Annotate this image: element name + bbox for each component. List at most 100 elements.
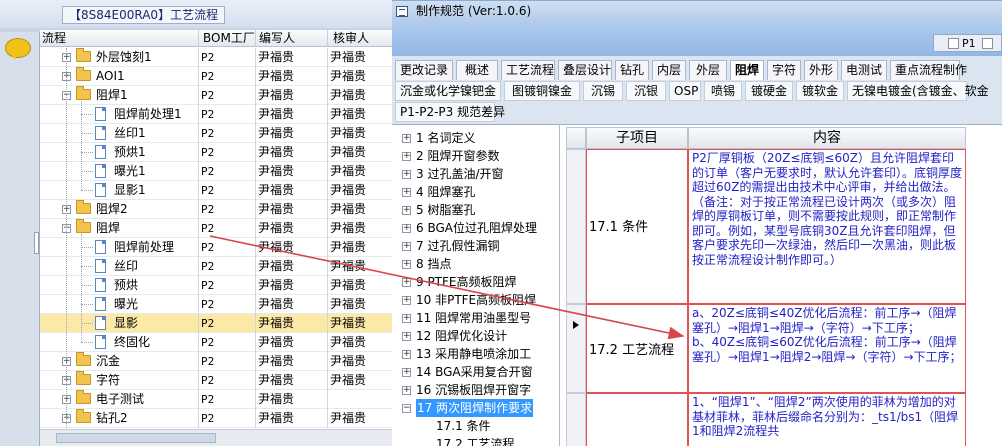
scrollbar-thumb[interactable] (56, 433, 216, 443)
row-selector[interactable] (566, 304, 586, 393)
section-tree[interactable]: +1 名词定义 +2 阻焊开窗参数 +3 过孔盖油/开窗 +4 阻焊塞孔 +5 树脂塞孔… (392, 125, 560, 446)
flow-step-label: 显影 (114, 316, 139, 330)
tab3-0[interactable]: P1-P2-P3 规范差异 (395, 102, 505, 122)
tab2-3[interactable]: 沉银 (626, 81, 666, 101)
tab2-7[interactable]: 镀软金 (796, 81, 844, 101)
section-tree-item[interactable]: +3 过孔盖油/开窗 (392, 165, 559, 183)
section-tree-item[interactable]: +10 非PTFE高频板阻焊 (392, 291, 559, 309)
row-selector[interactable] (566, 393, 586, 446)
expand-icon[interactable]: + (402, 152, 411, 161)
content-cell[interactable]: 1、“阻焊1”、“阻焊2”两次使用的菲林为增加的对基材菲林，菲林后缀命名分别为：… (688, 393, 966, 446)
tab2-1[interactable]: 图镀铜镍金 (504, 81, 580, 101)
expand-icon[interactable]: + (402, 242, 411, 251)
table-row[interactable]: + 阻焊2 P2 尹福贵 尹福贵 (40, 200, 392, 219)
section-tree-item[interactable]: +6 BGA位过孔阻焊处理 (392, 219, 559, 237)
section-tree-item[interactable]: +11 阻焊常用油墨型号 (392, 309, 559, 327)
tab2-0[interactable]: 沉金或化学镍钯金 (395, 81, 501, 101)
tab-3[interactable]: 叠层设计 (558, 60, 612, 80)
section-tree-item[interactable]: +16 沉锡板阻焊开窗字 (392, 381, 559, 399)
col-header-content: 内容 (688, 127, 966, 149)
p1-checkbox-group: P1 (933, 34, 1002, 52)
folder-icon (76, 219, 91, 233)
section-tree-item[interactable]: +7 过孔假性漏铜 (392, 237, 559, 255)
bom-factory-cell: P2 (201, 260, 215, 273)
check-icon[interactable] (982, 38, 993, 49)
flow-step-label: 曝光1 (114, 164, 146, 178)
tab-2[interactable]: 工艺流程 (501, 60, 555, 80)
subitem-label: 17.2 工艺流程 (589, 343, 675, 358)
tab2-8[interactable]: 无镍电镀金(含镀金、软金 (847, 81, 989, 101)
section-tree-item[interactable]: 17.2 工艺流程 (392, 435, 559, 446)
section-tree-item[interactable]: +4 阻焊塞孔 (392, 183, 559, 201)
table-row[interactable]: + AOI1 P2 尹福贵 尹福贵 (40, 67, 392, 86)
section-tree-item[interactable]: −17 两次阻焊制作要求 (392, 399, 559, 417)
section-tree-item[interactable]: +14 BGA采用复合开窗 (392, 363, 559, 381)
expand-icon[interactable]: + (402, 224, 411, 233)
reviewer-cell: 尹福贵 (330, 297, 367, 311)
expand-icon[interactable]: + (402, 314, 411, 323)
tab2-6[interactable]: 镀硬金 (745, 81, 793, 101)
tab-1[interactable]: 概述 (456, 60, 498, 80)
expand-icon[interactable]: + (402, 368, 411, 377)
reviewer-cell: 尹福贵 (330, 69, 367, 83)
collapse-icon[interactable]: − (402, 404, 411, 413)
tab2-2[interactable]: 沉锡 (583, 81, 623, 101)
section-tree-item[interactable]: +8 挡点 (392, 255, 559, 273)
expand-icon[interactable]: + (402, 296, 411, 305)
tab-8[interactable]: 字符 (767, 60, 801, 80)
table-row[interactable]: + 外层蚀刻1 P2 尹福贵 尹福贵 (40, 48, 392, 67)
expand-icon[interactable]: + (402, 386, 411, 395)
section-tree-item[interactable]: +12 阻焊优化设计 (392, 327, 559, 345)
section-tree-item[interactable]: 17.1 条件 (392, 417, 559, 435)
table-row[interactable]: + 字符 P2 尹福贵 尹福贵 (40, 371, 392, 390)
expand-icon[interactable]: + (402, 332, 411, 341)
col-header-flow[interactable]: 流程 (42, 31, 66, 46)
tab-4[interactable]: 钻孔 (615, 60, 649, 80)
section-tree-item[interactable]: +5 树脂塞孔 (392, 201, 559, 219)
tab-6[interactable]: 外层 (689, 60, 727, 80)
expand-icon[interactable]: + (402, 278, 411, 287)
p1-checkbox[interactable] (948, 38, 959, 49)
bom-factory-cell: P2 (201, 108, 215, 121)
col-header-bom[interactable]: BOM工厂 (203, 31, 255, 46)
reviewer-cell: 尹福贵 (330, 259, 367, 273)
tab2-5[interactable]: 喷锡 (704, 81, 742, 101)
section-tree-item[interactable]: +1 名词定义 (392, 129, 559, 147)
bom-factory-cell: P2 (201, 89, 215, 102)
table-row[interactable]: − 阻焊1 P2 尹福贵 尹福贵 (40, 86, 392, 105)
folder-icon (76, 390, 91, 404)
tab2-4[interactable]: OSP (669, 81, 701, 101)
expand-icon[interactable]: + (402, 134, 411, 143)
reviewer-cell: 尹福贵 (330, 411, 367, 425)
tab-11[interactable]: 重点流程制作 (890, 60, 967, 80)
expand-icon[interactable]: + (402, 350, 411, 359)
row-selector[interactable] (566, 149, 586, 304)
section-tree-item[interactable]: +13 采用静电喷涂加工 (392, 345, 559, 363)
tab-7[interactable]: 阻焊 (730, 60, 764, 80)
table-row[interactable]: + 沉金 P2 尹福贵 尹福贵 (40, 352, 392, 371)
comment-bubble-icon[interactable] (5, 38, 31, 60)
expand-icon[interactable]: + (402, 260, 411, 269)
expand-icon[interactable]: + (402, 206, 411, 215)
content-cell[interactable]: P2厂厚铜板（20Z≤底铜≤60Z）且允许阻焊套印的订单（客户无要求时，默认允许… (688, 149, 966, 304)
process-tree-grid[interactable]: 流程 BOM工厂 编写人 核审人 + 外层蚀刻1 P2 尹福贵 尹福贵 + AOI1 P2 尹福… (40, 30, 392, 446)
content-cell[interactable]: a、20Z≤底铜≤40Z优化后流程：前工序→（阻焊塞孔）→阻焊1→阻焊→（字符）… (688, 304, 966, 393)
flow-step-label: 阻焊前处理 (114, 240, 175, 254)
tab-5[interactable]: 内层 (652, 60, 686, 80)
col-header-writer[interactable]: 编写人 (259, 31, 295, 46)
splitter-handle[interactable] (34, 232, 39, 254)
flow-step-label: 终固化 (114, 335, 151, 349)
tab-0[interactable]: 更改记录 (395, 60, 453, 80)
tab-10[interactable]: 电测试 (841, 60, 887, 80)
section-tree-item[interactable]: +2 阻焊开窗参数 (392, 147, 559, 165)
table-row[interactable]: − 阻焊 P2 尹福贵 尹福贵 (40, 219, 392, 238)
section-tree-item[interactable]: +9 PTFE高频板阻焊 (392, 273, 559, 291)
horizontal-scrollbar[interactable] (40, 429, 392, 446)
table-row[interactable]: + 钻孔2 P2 尹福贵 尹福贵 (40, 409, 392, 428)
expand-icon[interactable]: + (402, 170, 411, 179)
tab-9[interactable]: 外形 (804, 60, 838, 80)
bom-factory-cell: P2 (201, 222, 215, 235)
table-row[interactable]: + 电子测试 P2 尹福贵 (40, 390, 392, 409)
col-header-reviewer[interactable]: 核审人 (333, 31, 369, 46)
expand-icon[interactable]: + (402, 188, 411, 197)
